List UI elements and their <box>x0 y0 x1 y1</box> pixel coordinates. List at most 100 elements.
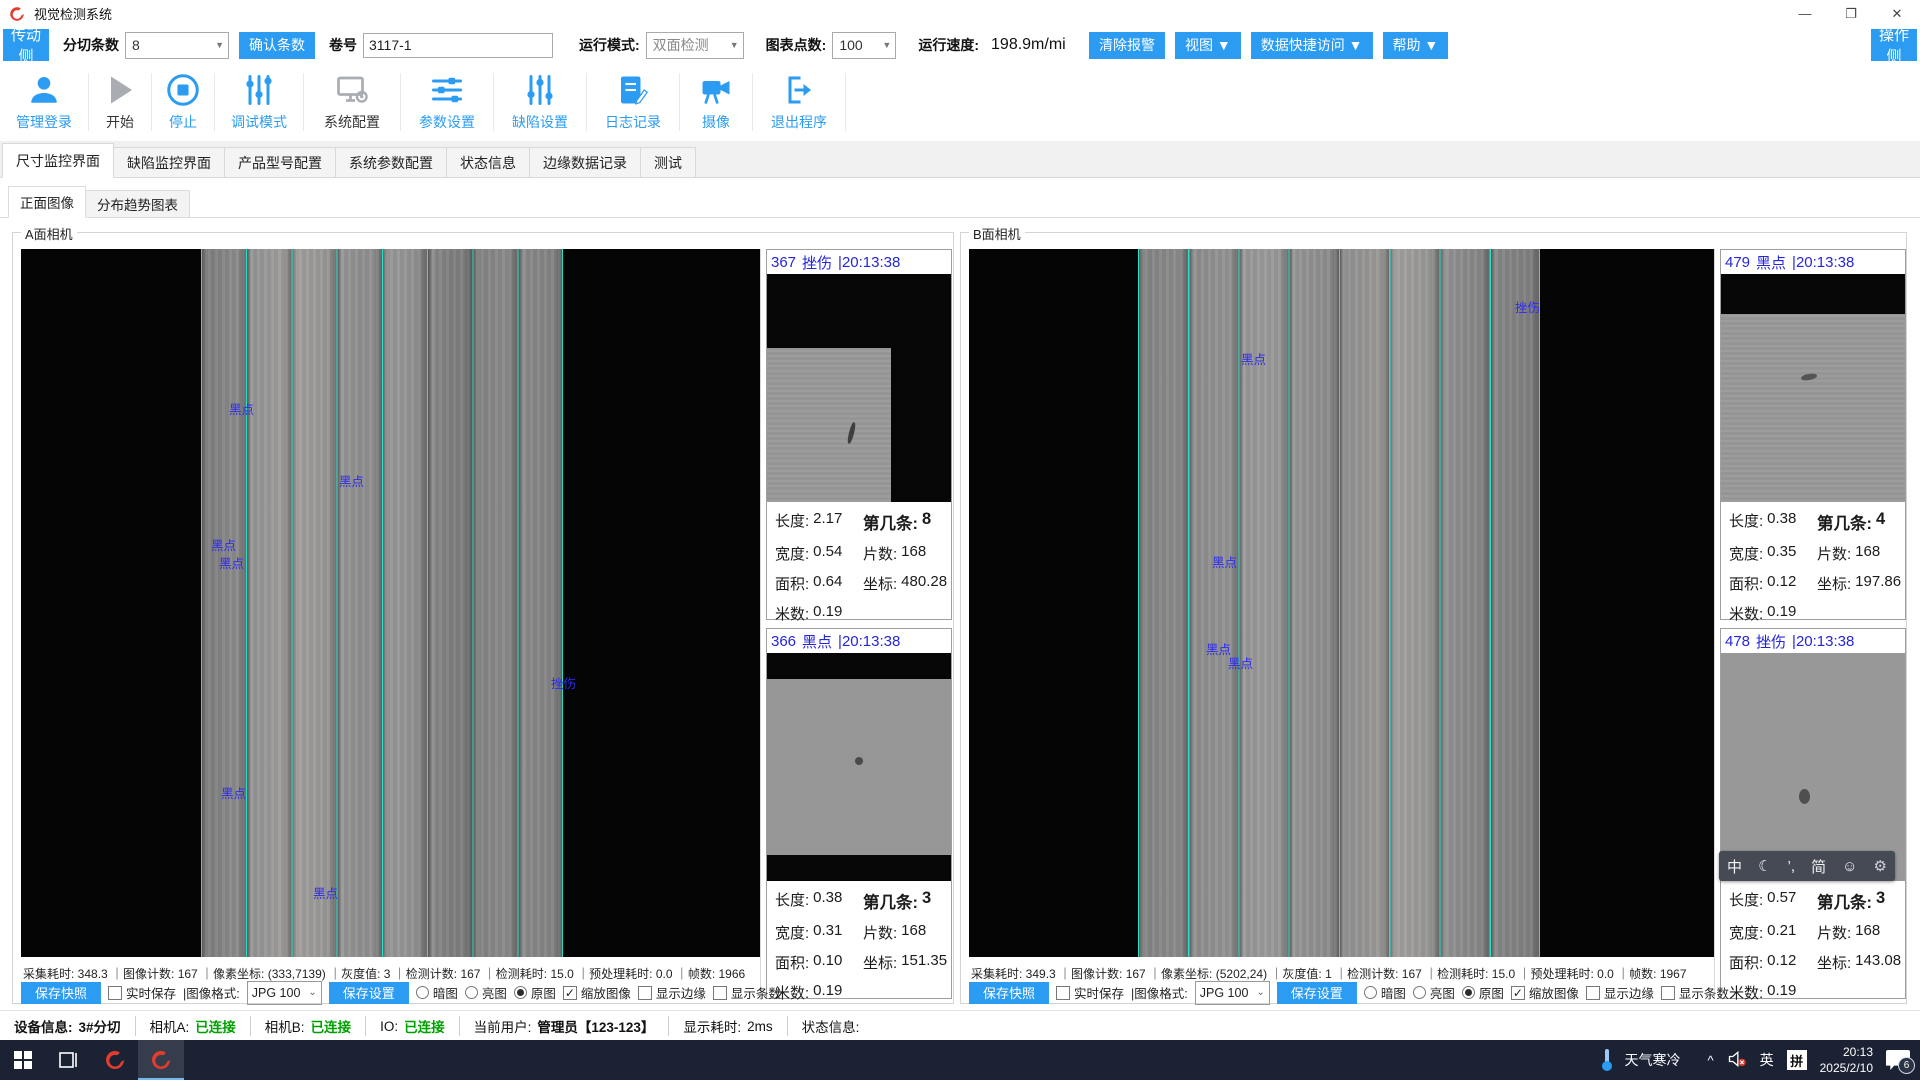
camera-b-title: B面相机 <box>969 224 1025 243</box>
moon-icon[interactable]: ☾ <box>1758 857 1771 875</box>
minimize-button[interactable]: — <box>1782 0 1828 27</box>
thermometer-icon[interactable] <box>1602 1049 1612 1071</box>
defect-blob <box>855 757 863 765</box>
system-config-button[interactable]: 系统配置 <box>304 63 400 141</box>
stop-button[interactable]: 停止 <box>152 63 214 141</box>
defect-card-header: 367 挫伤 |20:13:38 <box>767 250 951 274</box>
tab-defect-monitor[interactable]: 缺陷监控界面 <box>113 147 225 177</box>
app-logo-icon <box>103 1048 127 1072</box>
pinned-app-button[interactable] <box>92 1040 138 1080</box>
data-quick-access-menu-button[interactable]: 数据快捷访问 ▼ <box>1251 32 1373 59</box>
checkbox-icon <box>1661 986 1675 1000</box>
language-indicator[interactable]: 英 <box>1760 1050 1774 1070</box>
ime-chinese-mode[interactable]: 中 <box>1727 856 1742 877</box>
checkbox-icon: ✓ <box>563 986 577 1000</box>
divider <box>760 249 761 999</box>
original-image-radio[interactable]: 原图 <box>1462 983 1504 1002</box>
start-button[interactable]: 开始 <box>89 63 151 141</box>
start-button[interactable] <box>0 1040 46 1080</box>
realtime-save-checkbox[interactable]: 实时保存 <box>1056 983 1124 1002</box>
hidden-icons-chevron[interactable]: ^ <box>1708 1053 1714 1068</box>
chart-points-select[interactable]: 100 ▼ <box>832 32 896 59</box>
defect-card-header: 478 挫伤 |20:13:38 <box>1721 629 1905 653</box>
connection-status: 已连接 <box>404 1016 445 1036</box>
save-settings-button[interactable]: 保存设置 <box>1277 982 1357 1004</box>
defect-card[interactable]: 479 黑点 |20:13:38 长度:0.38 第几条:4 宽度:0.35 片… <box>1720 249 1906 620</box>
clock-date: 2025/2/10 <box>1820 1060 1873 1076</box>
image-format-label: |图像格式: <box>1131 983 1188 1002</box>
debug-mode-button[interactable]: 调试模式 <box>215 63 303 141</box>
close-button[interactable]: ✕ <box>1874 0 1920 27</box>
exit-program-button[interactable]: 退出程序 <box>753 63 845 141</box>
defect-settings-button[interactable]: 缺陷设置 <box>494 63 586 141</box>
original-image-radio[interactable]: 原图 <box>514 983 556 1002</box>
speaker-muted-icon[interactable] <box>1727 1050 1747 1071</box>
drive-side-button[interactable]: 传动侧 <box>3 29 49 61</box>
checkbox-icon <box>638 986 652 1000</box>
image-format-select[interactable]: JPG 100 ⌄ <box>1195 981 1270 1005</box>
sliders-vertical-icon <box>241 72 277 108</box>
bright-image-radio[interactable]: 亮图 <box>465 983 507 1002</box>
maximize-button[interactable]: ❐ <box>1828 0 1874 27</box>
realtime-save-checkbox[interactable]: 实时保存 <box>108 983 176 1002</box>
tab-product-model-config[interactable]: 产品型号配置 <box>224 147 336 177</box>
show-edge-checkbox[interactable]: 显示边缘 <box>1586 983 1654 1002</box>
tab-system-parameter-config[interactable]: 系统参数配置 <box>335 147 447 177</box>
ime-punctuation-mode[interactable]: ’, <box>1788 858 1796 875</box>
current-user: 当前用户: 管理员【123-123】 <box>460 1016 670 1036</box>
subtab-front-image[interactable]: 正面图像 <box>8 186 86 218</box>
monitor-gear-icon <box>334 72 370 108</box>
roll-number-input[interactable] <box>363 33 553 58</box>
help-menu-button[interactable]: 帮助 ▼ <box>1383 32 1449 59</box>
bright-image-radio[interactable]: 亮图 <box>1413 983 1455 1002</box>
show-strip-count-checkbox[interactable]: 显示条数 <box>1661 983 1729 1002</box>
defect-card[interactable]: 478 挫伤 |20:13:38 长度:0.57 第几条:3 宽度:0.21 片… <box>1720 628 1906 999</box>
notification-center-button[interactable]: 6 <box>1886 1050 1910 1070</box>
tab-edge-data-record[interactable]: 边缘数据记录 <box>529 147 641 177</box>
show-edge-checkbox[interactable]: 显示边缘 <box>638 983 706 1002</box>
save-settings-button[interactable]: 保存设置 <box>329 982 409 1004</box>
app-logo-icon <box>8 5 26 23</box>
smiley-icon[interactable]: ☺ <box>1842 858 1857 875</box>
run-mode-select[interactable]: 双面检测 ▼ <box>646 32 744 59</box>
taskbar-clock[interactable]: 20:13 2025/2/10 <box>1820 1044 1873 1076</box>
tab-size-monitor[interactable]: 尺寸监控界面 <box>2 143 114 178</box>
video-camera-icon <box>698 72 734 108</box>
zoom-image-checkbox[interactable]: ✓ 缩放图像 <box>1511 983 1579 1002</box>
clear-alarm-button[interactable]: 清除报警 <box>1089 32 1165 59</box>
save-snapshot-button[interactable]: 保存快照 <box>21 982 101 1004</box>
admin-login-button[interactable]: 管理登录 <box>0 63 88 141</box>
tab-test[interactable]: 测试 <box>640 147 696 177</box>
log-record-button[interactable]: 日志记录 <box>587 63 679 141</box>
weather-text[interactable]: 天气寒冷 <box>1625 1050 1681 1070</box>
task-view-button[interactable] <box>46 1040 92 1080</box>
show-strip-count-checkbox[interactable]: 显示条数 <box>713 983 781 1002</box>
operator-side-button[interactable]: 操作侧 <box>1871 29 1917 61</box>
gear-icon[interactable]: ⚙ <box>1873 857 1886 875</box>
defect-type: 黑点 <box>802 631 832 652</box>
defect-marker: 黑点 <box>221 783 246 802</box>
dark-image-radio[interactable]: 暗图 <box>1364 983 1406 1002</box>
radio-icon <box>514 986 527 999</box>
save-snapshot-button[interactable]: 保存快照 <box>969 982 1049 1004</box>
zoom-image-checkbox[interactable]: ✓ 缩放图像 <box>563 983 631 1002</box>
defect-card-header: 366 黑点 |20:13:38 <box>767 629 951 653</box>
tab-status-info[interactable]: 状态信息 <box>446 147 530 177</box>
device-status-bar: 设备信息: 3#分切 相机A: 已连接 相机B: 已连接 IO: 已连接 当前用… <box>0 1010 1920 1041</box>
running-app-button[interactable] <box>138 1040 184 1080</box>
dark-image-radio[interactable]: 暗图 <box>416 983 458 1002</box>
defect-card[interactable]: 367 挫伤 |20:13:38 长度:2.17 第几条:8 宽度:0.54 片… <box>766 249 952 620</box>
subtab-distribution-trend-chart[interactable]: 分布趋势图表 <box>85 190 190 217</box>
parameter-settings-button[interactable]: 参数设置 <box>401 63 493 141</box>
image-format-select[interactable]: JPG 100 ⌄ <box>247 981 322 1005</box>
view-menu-button[interactable]: 视图 ▼ <box>1175 32 1241 59</box>
ime-simplified-mode[interactable]: 简 <box>1811 856 1826 877</box>
status-info: 状态信息: <box>788 1016 874 1036</box>
slit-count-select[interactable]: 8 ▼ <box>125 32 229 59</box>
defect-card[interactable]: 366 黑点 |20:13:38 长度:0.38 第几条:3 宽度:0.31 片… <box>766 628 952 999</box>
main-toolbar: 传动侧 分切条数 8 ▼ 确认条数 卷号 运行模式: 双面检测 ▼ 图表点数: … <box>0 27 1920 64</box>
camera-record-button[interactable]: 摄像 <box>680 63 752 141</box>
ime-pinyin-badge[interactable]: 拼 <box>1787 1050 1807 1070</box>
confirm-count-button[interactable]: 确认条数 <box>239 32 315 59</box>
app-window: 视觉检测系统 — ❐ ✕ 传动侧 分切条数 8 ▼ 确认条数 卷号 运行模式: … <box>0 0 1920 1080</box>
